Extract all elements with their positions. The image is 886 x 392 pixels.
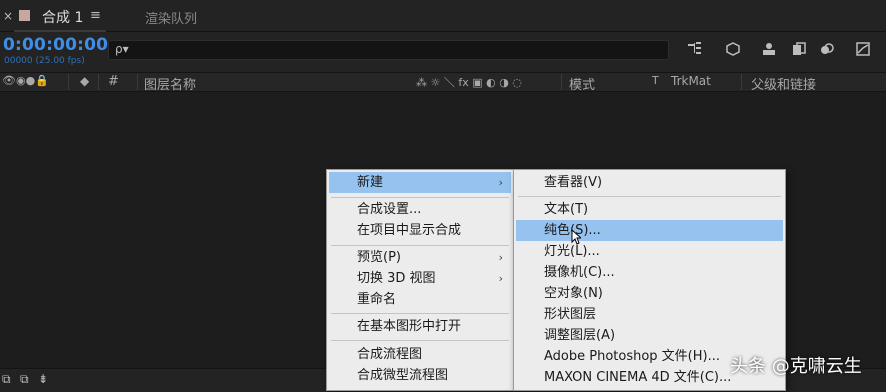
column-divider — [741, 74, 742, 90]
label-tag-icon[interactable]: ◆ — [80, 74, 89, 88]
menu-item-composition-settings[interactable]: 合成设置... — [329, 199, 511, 220]
watermark: 头条 @克啸云生 — [730, 356, 862, 377]
in-out-toggle-icon[interactable]: ⇟ — [38, 372, 48, 386]
column-preserve-transparency: T — [652, 74, 659, 87]
menu-item-solid[interactable]: 纯色(S)... — [516, 220, 783, 241]
tab-composition[interactable]: 合成 1 — [42, 7, 83, 27]
menu-separator — [331, 340, 509, 341]
menu-item-label: 合成微型流程图 — [357, 368, 449, 383]
menu-item-shape-layer[interactable]: 形状图层 — [516, 304, 783, 325]
menu-item-label: 灯光(L)... — [544, 244, 600, 259]
composition-flowchart-icon[interactable] — [686, 41, 704, 59]
menu-item-new[interactable]: 新建 › — [329, 172, 511, 193]
column-mode[interactable]: 模式 — [569, 74, 595, 93]
menu-item-composition-mini-flowchart[interactable]: 合成微型流程图 — [329, 365, 511, 386]
layer-search-input[interactable]: ρ▾ — [108, 40, 669, 60]
column-divider — [68, 74, 69, 90]
menu-item-light[interactable]: 灯光(L)... — [516, 241, 783, 262]
menu-item-label: 查看器(V) — [544, 175, 603, 190]
layer-column-header: 👁◉●🔒 ◆ # 图层名称 ⁂ ☼ ＼ fx ▣ ◐ ◑ ◌ 模式 T TrkM… — [0, 72, 886, 93]
composition-color-swatch — [19, 10, 30, 21]
tab-bar: × 合成 1 ≡ 渲染队列 — [0, 0, 886, 32]
draft-3d-icon[interactable] — [724, 41, 742, 59]
menu-item-label: 摄像机(C)... — [544, 265, 615, 280]
column-divider — [98, 74, 99, 90]
transfer-controls-toggle-icon[interactable]: ⧉ — [20, 372, 29, 387]
frame-blending-icon[interactable] — [790, 41, 808, 59]
column-parent-link[interactable]: 父级和链接 — [751, 74, 816, 93]
menu-item-composition-flowchart[interactable]: 合成流程图 — [329, 344, 511, 365]
menu-item-label: 在项目中显示合成 — [357, 223, 462, 238]
current-time-display[interactable]: 0:00:00:00 — [3, 35, 108, 55]
menu-separator — [518, 196, 781, 197]
menu-item-label: 合成流程图 — [357, 347, 423, 362]
menu-item-reveal-in-project[interactable]: 在项目中显示合成 — [329, 220, 511, 241]
menu-item-label: 空对象(N) — [544, 286, 603, 301]
menu-item-label: 文本(T) — [544, 202, 589, 217]
menu-item-label: 在基本图形中打开 — [357, 319, 462, 334]
column-trkmat[interactable]: TrkMat — [671, 74, 711, 88]
layer-switches-toggle-icon[interactable]: ⧉ — [2, 372, 11, 387]
menu-item-label: Adobe Photoshop 文件(H)... — [544, 349, 721, 364]
tab-render-queue[interactable]: 渲染队列 — [145, 8, 197, 27]
menu-item-viewer[interactable]: 查看器(V) — [516, 172, 783, 193]
menu-item-open-essential-graphics[interactable]: 在基本图形中打开 — [329, 316, 511, 337]
menu-item-preview[interactable]: 预览(P) › — [329, 247, 511, 268]
column-layer-name[interactable]: 图层名称 — [144, 74, 196, 93]
submenu-arrow-icon: › — [498, 176, 503, 189]
submenu-arrow-icon: › — [498, 251, 503, 264]
timeline-toolbar: 0:00:00:00 00000 (25.00 fps) ρ▾ — [0, 32, 886, 72]
menu-item-rename[interactable]: 重命名 — [329, 289, 511, 310]
graph-editor-icon[interactable] — [854, 41, 872, 59]
close-tab-icon[interactable]: × — [3, 9, 13, 23]
menu-item-label: 新建 — [357, 175, 384, 190]
menu-item-adjustment-layer[interactable]: 调整图层(A) — [516, 325, 783, 346]
shy-layers-icon[interactable] — [760, 41, 778, 59]
menu-item-null-object[interactable]: 空对象(N) — [516, 283, 783, 304]
menu-item-text[interactable]: 文本(T) — [516, 199, 783, 220]
context-menu: 新建 › 合成设置... 在项目中显示合成 预览(P) › 切换 3D 视图 ›… — [326, 169, 514, 391]
menu-item-label: 重命名 — [357, 292, 397, 307]
menu-item-label: 合成设置... — [357, 202, 422, 217]
layer-switches-icons[interactable]: ⁂ ☼ ＼ fx ▣ ◐ ◑ ◌ — [416, 74, 522, 90]
menu-item-switch-3d-view[interactable]: 切换 3D 视图 › — [329, 268, 511, 289]
menu-item-label: 预览(P) — [357, 250, 401, 265]
column-number: # — [108, 74, 119, 89]
menu-item-camera[interactable]: 摄像机(C)... — [516, 262, 783, 283]
menu-separator — [331, 313, 509, 314]
submenu-arrow-icon: › — [498, 272, 503, 285]
menu-item-label: 切换 3D 视图 — [357, 271, 436, 286]
menu-item-label: MAXON CINEMA 4D 文件(C)... — [544, 370, 732, 385]
column-divider — [561, 74, 562, 90]
menu-item-label: 调整图层(A) — [544, 328, 616, 343]
motion-blur-icon[interactable] — [818, 41, 836, 59]
panel-menu-icon[interactable]: ≡ — [90, 8, 101, 23]
menu-item-label: 形状图层 — [544, 307, 597, 322]
menu-separator — [331, 197, 509, 198]
column-divider — [137, 74, 138, 90]
mouse-cursor-icon — [571, 229, 581, 245]
menu-separator — [331, 245, 509, 246]
av-features-icons[interactable]: 👁◉●🔒 — [2, 74, 49, 87]
frame-rate-readout: 00000 (25.00 fps) — [4, 56, 85, 66]
search-icon: ρ▾ — [115, 42, 129, 56]
